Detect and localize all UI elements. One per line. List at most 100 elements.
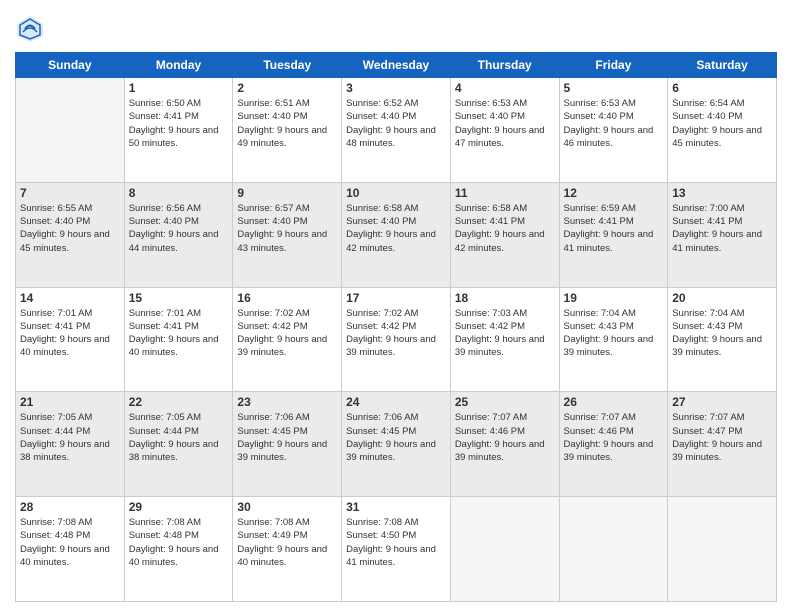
day-number: 24 xyxy=(346,395,446,409)
calendar-cell xyxy=(668,497,777,602)
calendar-cell: 31 Sunrise: 7:08 AMSunset: 4:50 PMDayligh… xyxy=(342,497,451,602)
calendar-week-row: 7Sunrise: 6:55 AMSunset: 4:40 PMDaylight… xyxy=(16,182,777,287)
calendar-week-row: 28 Sunrise: 7:08 AMSunset: 4:48 PMDayligh… xyxy=(16,497,777,602)
day-number: 13 xyxy=(672,186,772,200)
calendar-cell: 17Sunrise: 7:02 AMSunset: 4:42 PMDayligh… xyxy=(342,287,451,392)
calendar-cell: 23 Sunrise: 7:06 AMSunset: 4:45 PMDayligh… xyxy=(233,392,342,497)
page: SundayMondayTuesdayWednesdayThursdayFrid… xyxy=(0,0,792,612)
calendar-cell: 4 Sunrise: 6:53 AMSunset: 4:40 PMDaylight… xyxy=(450,78,559,183)
day-number: 8 xyxy=(129,186,229,200)
calendar-cell: 21 Sunrise: 7:05 AMSunset: 4:44 PMDayligh… xyxy=(16,392,125,497)
day-number: 31 xyxy=(346,500,446,514)
day-number: 16 xyxy=(237,291,337,305)
day-info: Sunrise: 7:03 AMSunset: 4:42 PMDaylight:… xyxy=(455,307,555,360)
day-number: 10 xyxy=(346,186,446,200)
calendar-week-row: 14 Sunrise: 7:01 AMSunset: 4:41 PMDayligh… xyxy=(16,287,777,392)
day-info: Sunrise: 6:58 AMSunset: 4:40 PMDaylight:… xyxy=(346,202,446,255)
calendar-cell: 19 Sunrise: 7:04 AMSunset: 4:43 PMDayligh… xyxy=(559,287,668,392)
day-info: Sunrise: 6:55 AMSunset: 4:40 PMDaylight:… xyxy=(20,202,120,255)
day-number: 11 xyxy=(455,186,555,200)
day-number: 21 xyxy=(20,395,120,409)
calendar-cell: 13 Sunrise: 7:00 AMSunset: 4:41 PMDayligh… xyxy=(668,182,777,287)
day-number: 29 xyxy=(129,500,229,514)
day-header-monday: Monday xyxy=(124,53,233,78)
day-info: Sunrise: 7:01 AMSunset: 4:41 PMDaylight:… xyxy=(129,307,229,360)
calendar-cell: 1 Sunrise: 6:50 AMSunset: 4:41 PMDaylight… xyxy=(124,78,233,183)
day-number: 12 xyxy=(564,186,664,200)
day-info: Sunrise: 6:53 AMSunset: 4:40 PMDaylight:… xyxy=(455,97,555,150)
calendar-cell: 29 Sunrise: 7:08 AMSunset: 4:48 PMDayligh… xyxy=(124,497,233,602)
day-number: 30 xyxy=(237,500,337,514)
day-number: 19 xyxy=(564,291,664,305)
day-info: Sunrise: 6:56 AMSunset: 4:40 PMDaylight:… xyxy=(129,202,229,255)
day-header-saturday: Saturday xyxy=(668,53,777,78)
day-number: 15 xyxy=(129,291,229,305)
day-info: Sunrise: 7:04 AMSunset: 4:43 PMDaylight:… xyxy=(564,307,664,360)
day-number: 14 xyxy=(20,291,120,305)
day-number: 28 xyxy=(20,500,120,514)
day-info: Sunrise: 7:07 AMSunset: 4:47 PMDaylight:… xyxy=(672,411,772,464)
day-info: Sunrise: 7:07 AMSunset: 4:46 PMDaylight:… xyxy=(564,411,664,464)
day-number: 23 xyxy=(237,395,337,409)
calendar-cell: 26 Sunrise: 7:07 AMSunset: 4:46 PMDayligh… xyxy=(559,392,668,497)
calendar-cell: 11 Sunrise: 6:58 AMSunset: 4:41 PMDayligh… xyxy=(450,182,559,287)
day-number: 1 xyxy=(129,81,229,95)
day-info: Sunrise: 6:50 AMSunset: 4:41 PMDaylight:… xyxy=(129,97,229,150)
calendar-cell: 18Sunrise: 7:03 AMSunset: 4:42 PMDayligh… xyxy=(450,287,559,392)
calendar-week-row: 1 Sunrise: 6:50 AMSunset: 4:41 PMDaylight… xyxy=(16,78,777,183)
calendar-header-row: SundayMondayTuesdayWednesdayThursdayFrid… xyxy=(16,53,777,78)
day-info: Sunrise: 7:05 AMSunset: 4:44 PMDaylight:… xyxy=(20,411,120,464)
calendar-cell: 3Sunrise: 6:52 AMSunset: 4:40 PMDaylight… xyxy=(342,78,451,183)
day-number: 27 xyxy=(672,395,772,409)
day-number: 17 xyxy=(346,291,446,305)
calendar-cell: 24 Sunrise: 7:06 AMSunset: 4:45 PMDayligh… xyxy=(342,392,451,497)
day-number: 22 xyxy=(129,395,229,409)
day-info: Sunrise: 7:02 AMSunset: 4:42 PMDaylight:… xyxy=(237,307,337,360)
calendar-cell: 10 Sunrise: 6:58 AMSunset: 4:40 PMDayligh… xyxy=(342,182,451,287)
day-number: 5 xyxy=(564,81,664,95)
logo xyxy=(15,14,49,44)
day-info: Sunrise: 6:51 AMSunset: 4:40 PMDaylight:… xyxy=(237,97,337,150)
day-number: 25 xyxy=(455,395,555,409)
day-info: Sunrise: 7:08 AMSunset: 4:49 PMDaylight:… xyxy=(237,516,337,569)
day-info: Sunrise: 7:08 AMSunset: 4:48 PMDaylight:… xyxy=(20,516,120,569)
calendar-cell: 28 Sunrise: 7:08 AMSunset: 4:48 PMDayligh… xyxy=(16,497,125,602)
day-info: Sunrise: 7:06 AMSunset: 4:45 PMDaylight:… xyxy=(237,411,337,464)
day-info: Sunrise: 7:06 AMSunset: 4:45 PMDaylight:… xyxy=(346,411,446,464)
day-number: 20 xyxy=(672,291,772,305)
calendar-cell: 9 Sunrise: 6:57 AMSunset: 4:40 PMDaylight… xyxy=(233,182,342,287)
logo-icon xyxy=(15,14,45,44)
day-info: Sunrise: 7:08 AMSunset: 4:48 PMDaylight:… xyxy=(129,516,229,569)
day-info: Sunrise: 7:00 AMSunset: 4:41 PMDaylight:… xyxy=(672,202,772,255)
day-info: Sunrise: 6:54 AMSunset: 4:40 PMDaylight:… xyxy=(672,97,772,150)
calendar-table: SundayMondayTuesdayWednesdayThursdayFrid… xyxy=(15,52,777,602)
calendar-cell: 12 Sunrise: 6:59 AMSunset: 4:41 PMDayligh… xyxy=(559,182,668,287)
day-info: Sunrise: 6:53 AMSunset: 4:40 PMDaylight:… xyxy=(564,97,664,150)
calendar-week-row: 21 Sunrise: 7:05 AMSunset: 4:44 PMDayligh… xyxy=(16,392,777,497)
day-number: 9 xyxy=(237,186,337,200)
day-info: Sunrise: 6:52 AMSunset: 4:40 PMDaylight:… xyxy=(346,97,446,150)
calendar-cell: 5 Sunrise: 6:53 AMSunset: 4:40 PMDaylight… xyxy=(559,78,668,183)
calendar-cell: 15 Sunrise: 7:01 AMSunset: 4:41 PMDayligh… xyxy=(124,287,233,392)
day-header-tuesday: Tuesday xyxy=(233,53,342,78)
day-header-thursday: Thursday xyxy=(450,53,559,78)
calendar-cell: 2Sunrise: 6:51 AMSunset: 4:40 PMDaylight… xyxy=(233,78,342,183)
calendar-cell: 27 Sunrise: 7:07 AMSunset: 4:47 PMDayligh… xyxy=(668,392,777,497)
day-header-friday: Friday xyxy=(559,53,668,78)
calendar-cell: 30 Sunrise: 7:08 AMSunset: 4:49 PMDayligh… xyxy=(233,497,342,602)
calendar-cell: 6 Sunrise: 6:54 AMSunset: 4:40 PMDaylight… xyxy=(668,78,777,183)
day-info: Sunrise: 7:01 AMSunset: 4:41 PMDaylight:… xyxy=(20,307,120,360)
calendar-cell xyxy=(16,78,125,183)
day-info: Sunrise: 6:59 AMSunset: 4:41 PMDaylight:… xyxy=(564,202,664,255)
day-info: Sunrise: 7:08 AMSunset: 4:50 PMDaylight:… xyxy=(346,516,446,569)
day-info: Sunrise: 7:07 AMSunset: 4:46 PMDaylight:… xyxy=(455,411,555,464)
calendar-cell: 22Sunrise: 7:05 AMSunset: 4:44 PMDayligh… xyxy=(124,392,233,497)
day-number: 4 xyxy=(455,81,555,95)
header xyxy=(15,10,777,44)
day-number: 26 xyxy=(564,395,664,409)
calendar-cell: 8 Sunrise: 6:56 AMSunset: 4:40 PMDaylight… xyxy=(124,182,233,287)
day-info: Sunrise: 6:58 AMSunset: 4:41 PMDaylight:… xyxy=(455,202,555,255)
calendar-cell xyxy=(450,497,559,602)
day-number: 6 xyxy=(672,81,772,95)
day-info: Sunrise: 6:57 AMSunset: 4:40 PMDaylight:… xyxy=(237,202,337,255)
